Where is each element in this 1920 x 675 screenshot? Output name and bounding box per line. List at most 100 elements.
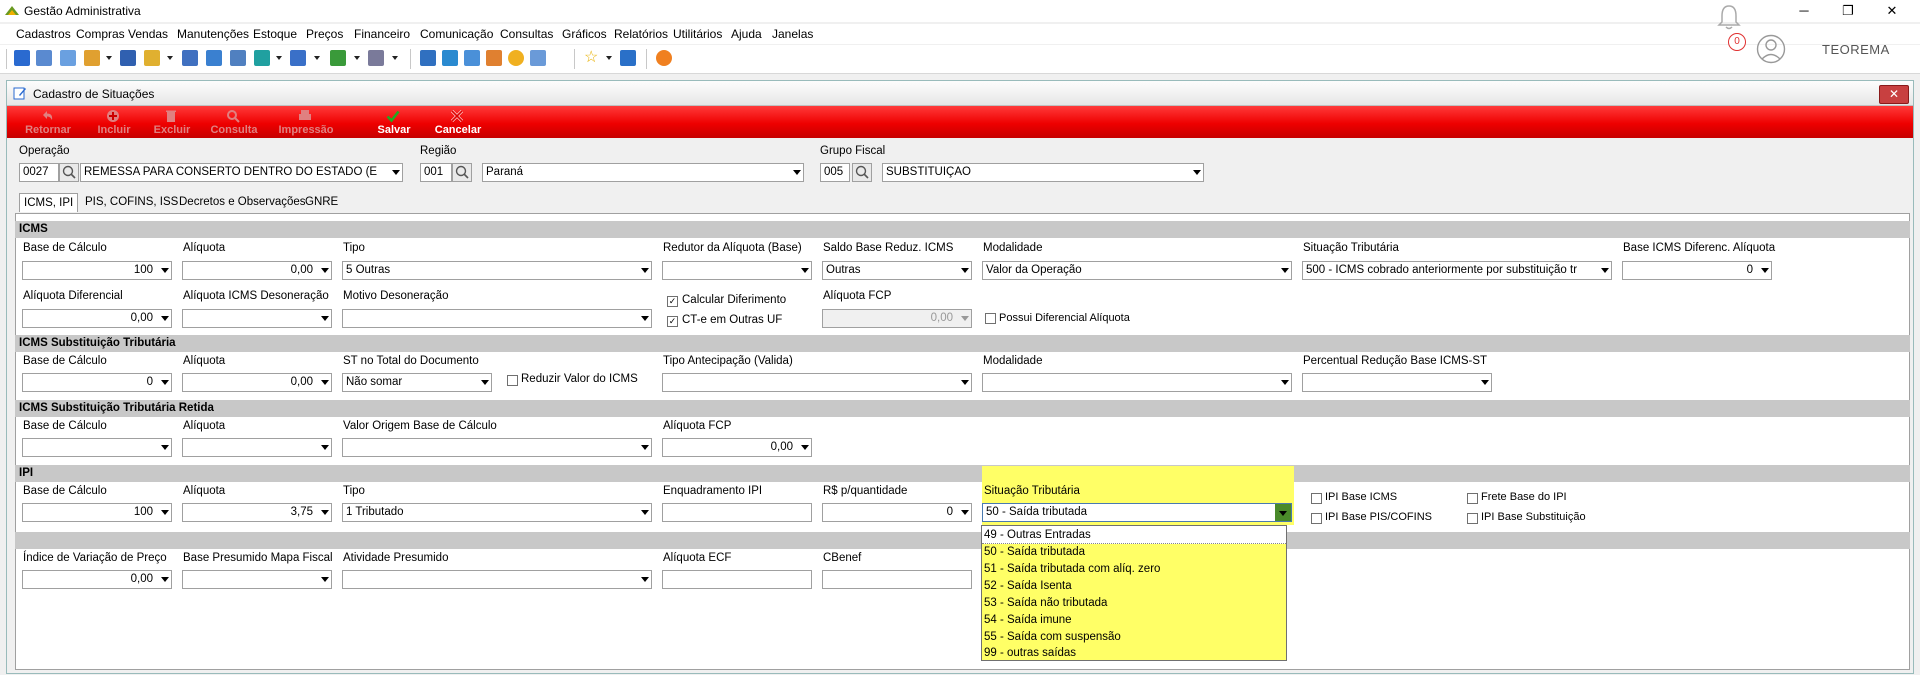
impressao-button[interactable]: Impressão [271,106,341,138]
icms-aliquota-field[interactable]: 0,00 [182,261,332,280]
menu-estoque[interactable]: Estoque [253,27,297,41]
menu-relatorios[interactable]: Relatórios [614,27,668,41]
menu-utilitarios[interactable]: Utilitários [673,27,722,41]
tree-icon[interactable] [84,50,100,66]
option-55[interactable]: 55 - Saída com suspensão [984,629,1121,645]
tab-decretos-observacoes[interactable]: Decretos e Observações [175,193,310,211]
menu-financeiro[interactable]: Financeiro [354,27,410,41]
users-icon[interactable] [36,50,52,66]
icms-modalidade-select[interactable]: Valor da Operação [982,261,1292,280]
mail-icon[interactable] [530,50,546,66]
st-antecipacao-select[interactable] [662,373,972,392]
icms-saldo-base-select[interactable]: Outras [822,261,972,280]
grupo-fiscal-lookup-button[interactable] [852,163,872,182]
star-icon[interactable]: ☆ [584,50,600,66]
st-retida-aliq-fcp-field[interactable]: 0,00 [662,438,812,457]
ipi-enquadramento-field[interactable] [662,503,812,522]
chevron-down-icon[interactable] [354,56,360,60]
operacao-lookup-button[interactable] [59,163,79,182]
ipi-rs-quantidade-field[interactable]: 0 [822,503,972,522]
menu-ajuda[interactable]: Ajuda [731,27,762,41]
regiao-code-field[interactable]: 001 [420,163,452,182]
st-aliquota-field[interactable]: 0,00 [182,373,332,392]
reduzir-valor-icms-checkbox[interactable] [507,375,518,386]
id-icon[interactable] [206,50,222,66]
calcular-diferimento-checkbox[interactable]: ✓ [667,296,678,307]
cbenef-field[interactable] [822,570,972,589]
cancelar-button[interactable]: Cancelar [423,106,493,138]
tab-gnre[interactable]: GNRE [301,193,342,211]
menu-vendas[interactable]: Vendas [128,27,168,41]
icms-motivo-select[interactable] [342,309,652,328]
calendar-icon[interactable] [420,50,436,66]
menu-comunicacao[interactable]: Comunicação [420,27,493,41]
icms-redutor-select[interactable] [662,261,812,280]
operacao-select[interactable]: REMESSA PARA CONSERTO DENTRO DO ESTADO (… [80,163,403,182]
menu-cadastros[interactable]: Cadastros [16,27,71,41]
truck-icon[interactable] [330,50,346,66]
icms-tipo-select[interactable]: 5 Outras [342,261,652,280]
ipi-base-substituicao-checkbox[interactable] [1467,513,1478,524]
report-icon[interactable] [230,50,246,66]
menu-precos[interactable]: Preços [306,27,343,41]
chevron-down-icon[interactable] [106,56,112,60]
st-percentual-select[interactable] [1302,373,1492,392]
ipi-base-calculo-field[interactable]: 100 [22,503,172,522]
menu-manutencoes[interactable]: Manutenções [177,27,249,41]
chevron-down-icon[interactable] [392,56,398,60]
consulta-button[interactable]: Consulta [199,106,269,138]
calculator-icon[interactable] [442,50,458,66]
box-icon[interactable] [144,50,160,66]
indice-variacao-field[interactable]: 0,00 [22,570,172,589]
close-app-button[interactable]: ✕ [1870,0,1914,22]
info-icon[interactable] [620,50,636,66]
retornar-button[interactable]: Retornar [13,106,83,138]
folder-icon[interactable] [14,50,30,66]
operacao-code-field[interactable]: 0027 [19,163,59,182]
st-base-calculo-field[interactable]: 0 [22,373,172,392]
menu-consultas[interactable]: Consultas [500,27,553,41]
menu-janelas[interactable]: Janelas [772,27,813,41]
menu-compras[interactable]: Compras [76,27,125,41]
icms-aliq-fcp-field[interactable]: 0,00 [822,309,972,328]
user-avatar-icon[interactable] [1756,34,1786,64]
chat-icon[interactable] [486,50,502,66]
excluir-button[interactable]: Excluir [137,106,207,138]
aliquota-ecf-field[interactable] [662,570,812,589]
atividade-presumido-select[interactable] [342,570,652,589]
grupo-fiscal-select[interactable]: SUBSTITUIÇAO [882,163,1204,182]
option-54[interactable]: 54 - Saída imune [984,612,1072,628]
clock-icon[interactable] [508,50,524,66]
chevron-down-icon[interactable] [314,56,320,60]
st-retida-aliquota-select[interactable] [182,438,332,457]
minimize-button[interactable]: ─ [1782,0,1826,22]
tab-icms-ipi[interactable]: ICMS, IPI [19,193,79,212]
salvar-button[interactable]: Salvar [359,106,429,138]
grupo-fiscal-code-field[interactable]: 005 [820,163,850,182]
regiao-select[interactable]: Paraná [482,163,804,182]
base-presumido-select[interactable] [182,570,332,589]
close-window-button[interactable]: ✕ [1879,85,1909,104]
agenda-icon[interactable] [464,50,480,66]
st-total-documento-select[interactable]: Não somar [342,373,492,392]
list-icon[interactable] [120,50,136,66]
card-icon[interactable] [60,50,76,66]
option-49[interactable]: 49 - Outras Entradas [984,527,1091,543]
icms-base-calculo-field[interactable]: 100 [22,261,172,280]
icms-aliq-deson-select[interactable] [182,309,332,328]
regiao-lookup-button[interactable] [452,163,472,182]
magnifier-icon[interactable] [182,50,198,66]
cart-icon[interactable] [254,50,270,66]
ipi-base-pis-cofins-checkbox[interactable] [1311,513,1322,524]
bell-icon[interactable] [1714,2,1744,32]
icms-base-dif-field[interactable]: 0 [1622,261,1772,280]
power-icon[interactable] [656,50,672,66]
option-53[interactable]: 53 - Saída não tributada [984,595,1107,611]
ipi-tipo-select[interactable]: 1 Tributado [342,503,652,522]
chevron-down-icon[interactable] [606,56,612,60]
chevron-down-icon[interactable] [276,56,282,60]
document-icon[interactable] [290,50,306,66]
menu-graficos[interactable]: Gráficos [562,27,607,41]
ipi-aliquota-field[interactable]: 3,75 [182,503,332,522]
icms-aliq-dif-field[interactable]: 0,00 [22,309,172,328]
